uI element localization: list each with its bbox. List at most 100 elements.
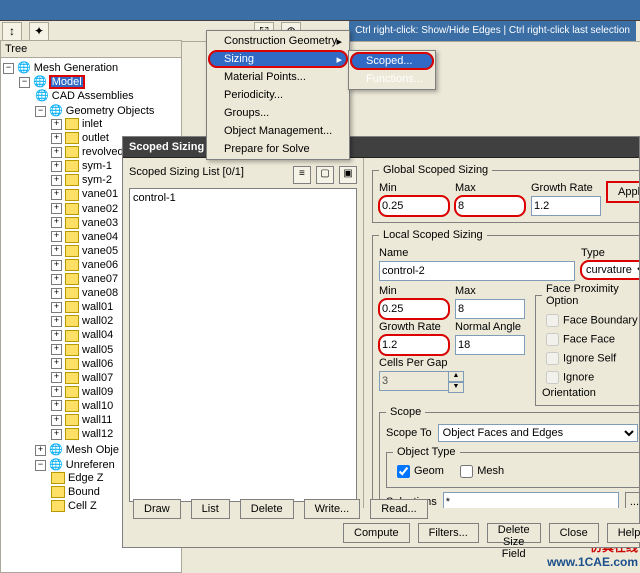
- fpo-ignore-orientation[interactable]: Ignore Orientation: [542, 368, 639, 399]
- fpo-face-boundary-check: [546, 314, 559, 327]
- menu-object-management[interactable]: Object Management...: [208, 122, 348, 140]
- expand-icon[interactable]: +: [51, 175, 62, 186]
- expand-icon[interactable]: +: [51, 161, 62, 172]
- expand-icon[interactable]: +: [51, 415, 62, 426]
- folder-icon: [65, 160, 79, 172]
- menu-label: Functions...: [366, 73, 423, 85]
- submenu-functions[interactable]: Functions...: [350, 70, 434, 88]
- menu-sizing[interactable]: Sizing▸ Scoped... Functions...: [208, 50, 348, 68]
- scope-to-label: Scope To: [386, 427, 432, 439]
- tree-cad-label: CAD Assemblies: [52, 90, 134, 102]
- objtype-geom[interactable]: Geom: [393, 465, 444, 477]
- list-item[interactable]: control-1: [132, 191, 354, 205]
- draw-button[interactable]: Draw: [133, 499, 181, 519]
- expand-icon[interactable]: +: [51, 302, 62, 313]
- list-button[interactable]: List: [191, 499, 230, 519]
- expand-icon[interactable]: +: [51, 231, 62, 242]
- tree-cad-assemblies[interactable]: 🌐 CAD Assemblies: [35, 88, 181, 103]
- objtype-geom-check[interactable]: [397, 465, 410, 478]
- expand-icon[interactable]: +: [51, 217, 62, 228]
- objtype-label: Mesh: [477, 465, 504, 477]
- fpo-legend: Face Proximity Option: [542, 283, 639, 307]
- expand-icon[interactable]: +: [51, 260, 62, 271]
- local-min-input[interactable]: [379, 299, 449, 319]
- scope-to-select[interactable]: Object Faces and Edges: [438, 424, 638, 442]
- collapse-icon[interactable]: −: [35, 460, 46, 471]
- tree-item[interactable]: +inlet: [51, 117, 181, 131]
- cells-per-gap-label: Cells Per Gap: [379, 357, 464, 371]
- collapse-icon[interactable]: −: [35, 106, 46, 117]
- menu-material-points[interactable]: Material Points...: [208, 68, 348, 86]
- delete-button[interactable]: Delete: [240, 499, 294, 519]
- local-type-select[interactable]: curvature: [581, 261, 639, 279]
- expand-icon[interactable]: +: [51, 203, 62, 214]
- expand-icon[interactable]: +: [51, 400, 62, 411]
- expand-icon[interactable]: +: [51, 147, 62, 158]
- toolbar-icon-2[interactable]: ✦: [29, 22, 49, 42]
- spin-up-icon[interactable]: ▲: [448, 371, 464, 382]
- selections-browse-button[interactable]: ...: [625, 492, 639, 508]
- objtype-mesh[interactable]: Mesh: [456, 465, 504, 477]
- selections-input[interactable]: [443, 492, 619, 508]
- local-growth-rate-input[interactable]: [379, 335, 449, 355]
- expand-icon[interactable]: +: [51, 274, 62, 285]
- expand-icon[interactable]: +: [51, 316, 62, 327]
- toolbar-icon-1[interactable]: ↕: [2, 22, 22, 42]
- list-tool-3[interactable]: ▣: [339, 166, 357, 184]
- folder-icon: [65, 428, 79, 440]
- expand-icon[interactable]: +: [51, 358, 62, 369]
- fpo-face-face[interactable]: Face Face: [542, 330, 639, 349]
- delete-size-field-button[interactable]: Delete Size Field: [487, 523, 541, 543]
- expand-icon[interactable]: +: [51, 372, 62, 383]
- menu-prepare-for-solve[interactable]: Prepare for Solve: [208, 140, 348, 158]
- scoped-sizing-listbox[interactable]: control-1: [129, 188, 357, 502]
- menu-periodicity[interactable]: Periodicity...: [208, 86, 348, 104]
- compute-button[interactable]: Compute: [343, 523, 410, 543]
- local-growth-rate-label: Growth Rate: [379, 321, 449, 335]
- global-growth-rate-input[interactable]: [531, 196, 601, 216]
- menu-construction-geometry[interactable]: Construction Geometry▸: [208, 32, 348, 50]
- tree-model-label: Model: [50, 76, 84, 88]
- folder-icon: [65, 358, 79, 370]
- expand-icon[interactable]: +: [51, 386, 62, 397]
- read-button[interactable]: Read...: [370, 499, 427, 519]
- help-button[interactable]: Help: [607, 523, 640, 543]
- expand-icon[interactable]: +: [51, 133, 62, 144]
- expand-icon[interactable]: +: [51, 330, 62, 341]
- list-tool-2[interactable]: ▢: [316, 166, 334, 184]
- expand-icon[interactable]: +: [51, 288, 62, 299]
- submenu-scoped[interactable]: Scoped...: [350, 52, 434, 70]
- write-button[interactable]: Write...: [304, 499, 361, 519]
- local-normal-angle-input[interactable]: [455, 335, 525, 355]
- spin-down-icon[interactable]: ▼: [448, 382, 464, 393]
- menu-groups[interactable]: Groups...: [208, 104, 348, 122]
- collapse-icon[interactable]: −: [3, 63, 14, 74]
- global-min-input[interactable]: [379, 196, 449, 216]
- scoped-sizing-window: Scoped Sizing ≡ ▢ ▣ Scoped Sizing List […: [122, 136, 640, 548]
- tree-geom-label: Geometry Objects: [66, 105, 155, 117]
- global-max-input[interactable]: [455, 196, 525, 216]
- expand-icon[interactable]: +: [51, 189, 62, 200]
- folder-icon: [65, 330, 79, 342]
- expand-icon[interactable]: +: [35, 445, 46, 456]
- expand-icon[interactable]: +: [51, 119, 62, 130]
- folder-icon: [65, 414, 79, 426]
- list-tool-1[interactable]: ≡: [293, 166, 311, 184]
- close-button[interactable]: Close: [549, 523, 599, 543]
- menu-label: Sizing: [224, 53, 254, 65]
- filters-button[interactable]: Filters...: [418, 523, 479, 543]
- global-apply-button[interactable]: Apply: [607, 182, 639, 202]
- scoped-window-title: Scoped Sizing: [123, 137, 639, 158]
- global-legend: Global Scoped Sizing: [379, 164, 492, 176]
- expand-icon[interactable]: +: [51, 344, 62, 355]
- tree-unref-label: Unreferen: [66, 459, 115, 471]
- fpo-face-boundary[interactable]: Face Boundary: [542, 311, 639, 330]
- local-name-input[interactable]: [379, 261, 575, 281]
- expand-icon[interactable]: +: [51, 245, 62, 256]
- local-max-input[interactable]: [455, 299, 525, 319]
- fpo-ignore-self[interactable]: Ignore Self: [542, 349, 639, 368]
- collapse-icon[interactable]: −: [19, 77, 30, 88]
- expand-icon[interactable]: +: [51, 429, 62, 440]
- scoped-footer-buttons: Compute Filters... Delete Size Field Clo…: [343, 523, 640, 543]
- objtype-mesh-check[interactable]: [460, 465, 473, 478]
